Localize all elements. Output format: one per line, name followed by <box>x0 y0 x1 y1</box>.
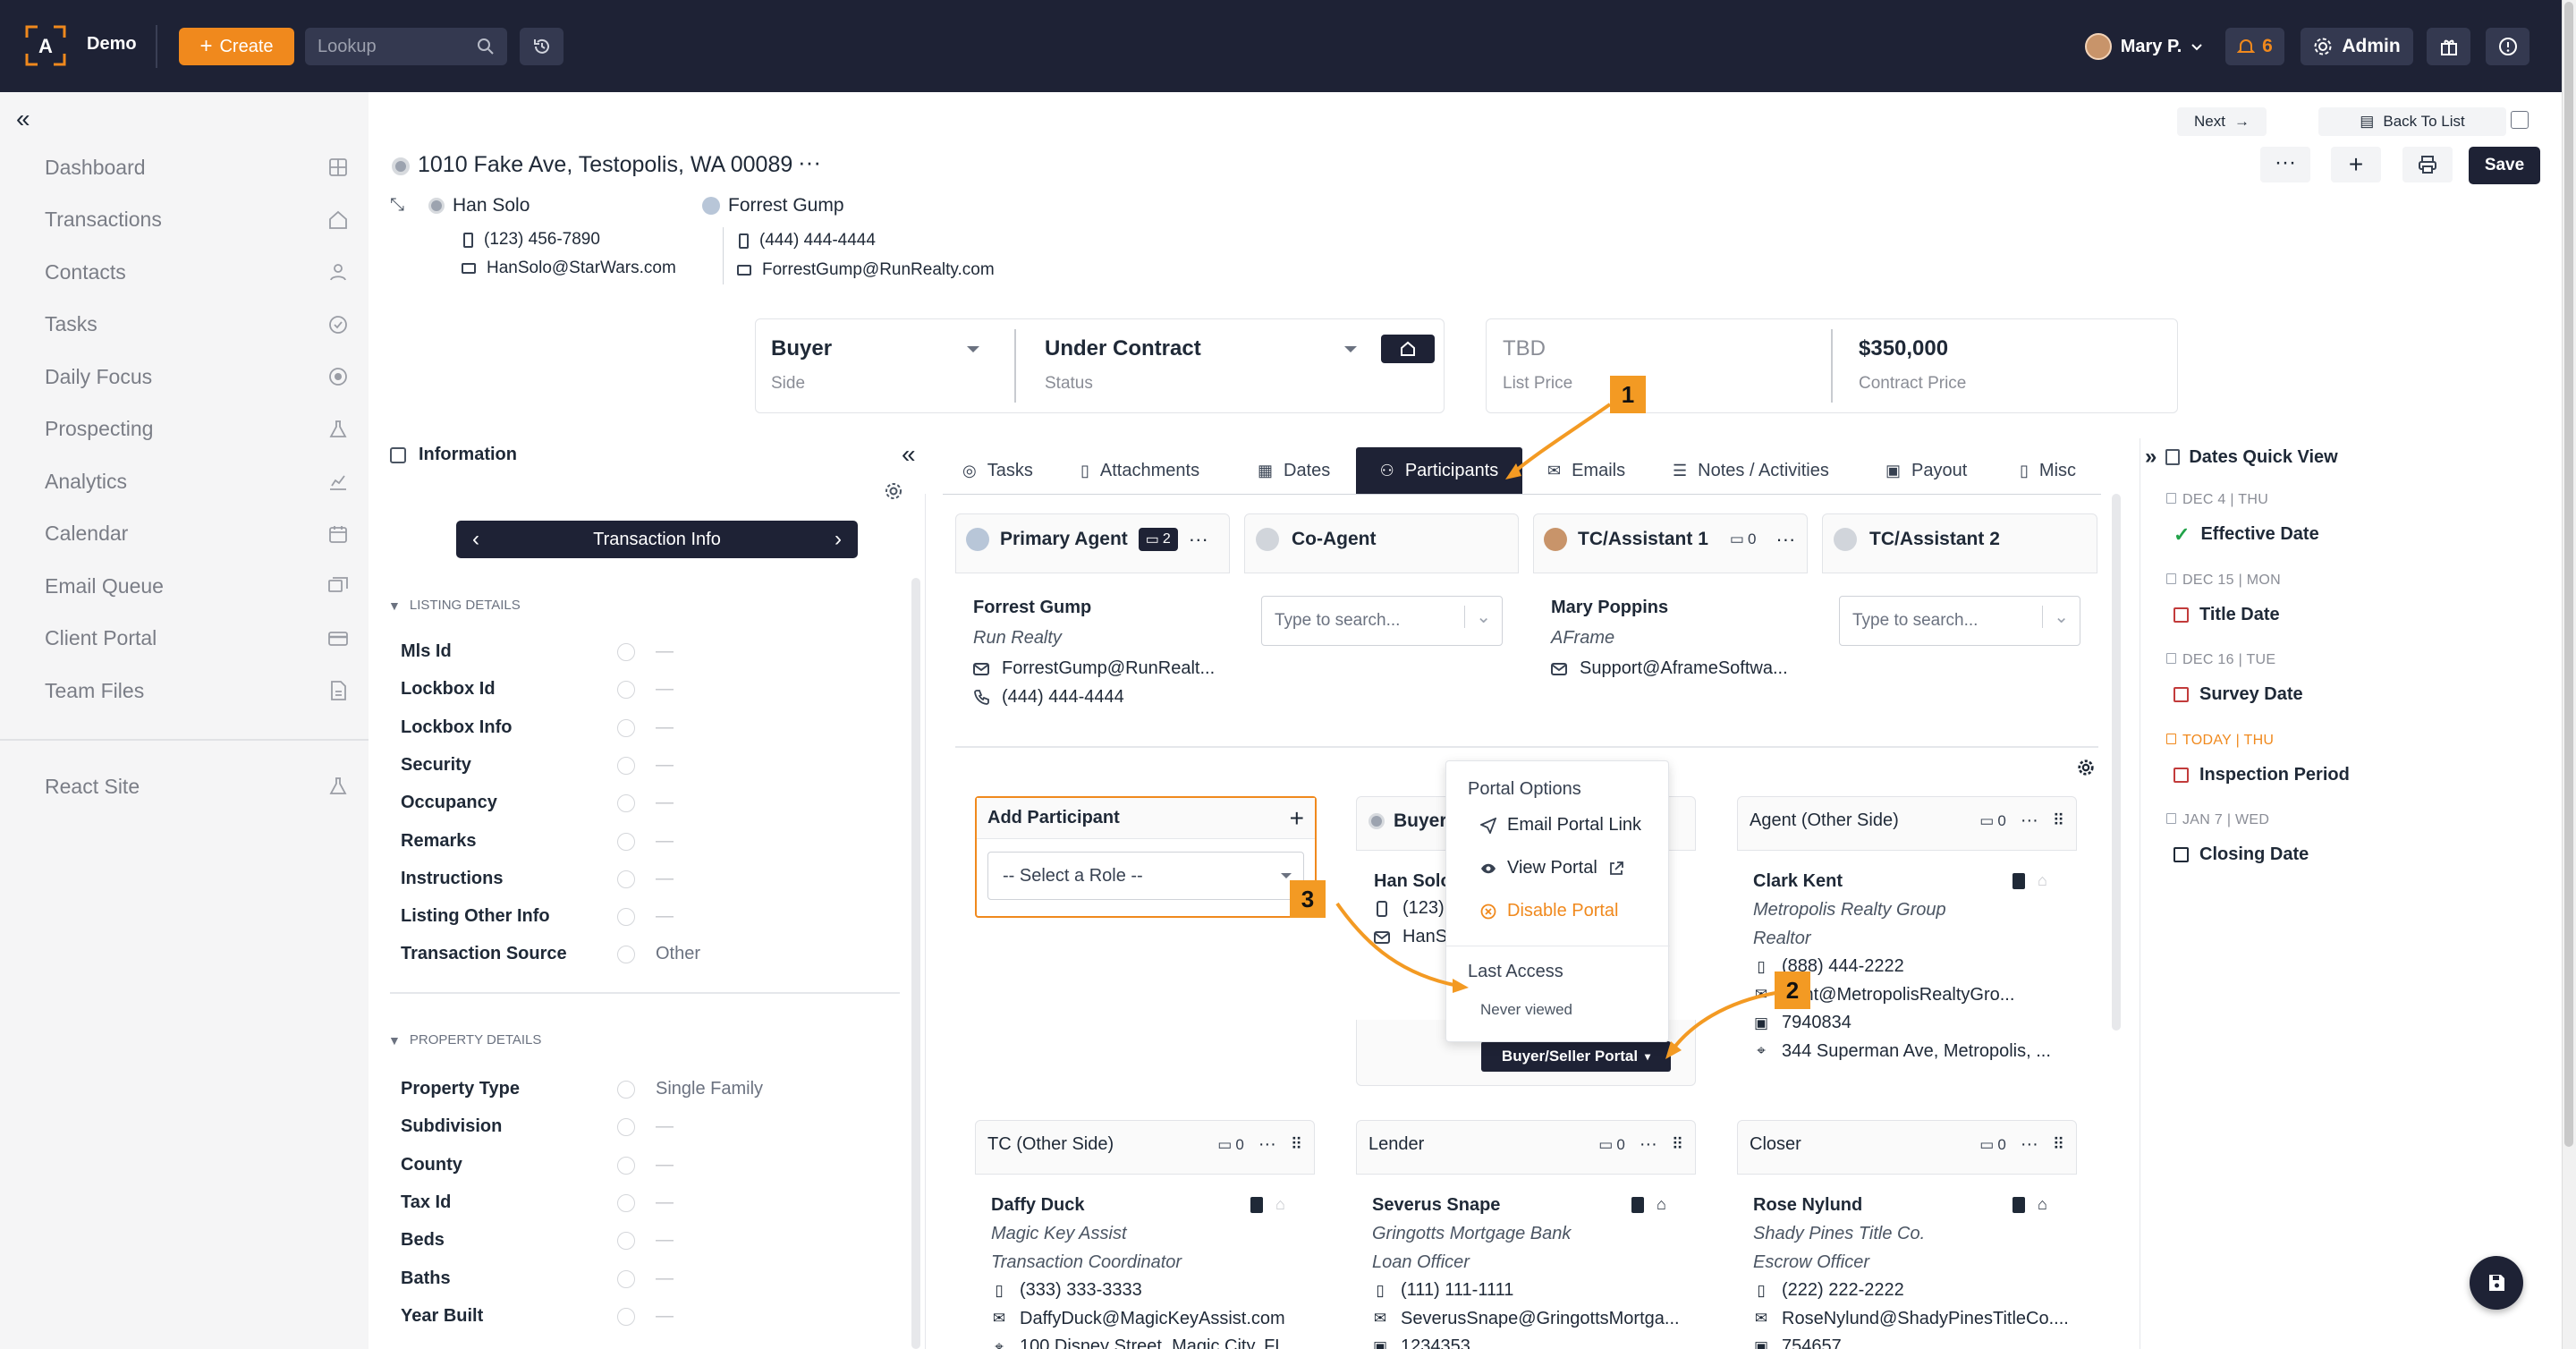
annotation-marker-2: 2 <box>1775 971 1810 1009</box>
date-item[interactable]: ✓ Effective Date <box>2174 524 2319 545</box>
calendar-icon <box>2166 573 2176 584</box>
date-heading: JAN 7 | WED <box>2166 812 2269 828</box>
calendar-icon <box>2166 493 2176 504</box>
save-icon <box>2489 1275 2504 1291</box>
annotation-arrows <box>1335 403 1776 1059</box>
arrow-3-head <box>1453 979 1469 993</box>
calendar-icon <box>2166 653 2176 664</box>
date-item[interactable]: Inspection Period <box>2174 765 2350 785</box>
date-item[interactable]: Closing Date <box>2174 844 2309 865</box>
calendar-icon <box>2166 813 2176 824</box>
dates-panel-title: » Dates Quick View <box>2145 445 2338 470</box>
calendar-icon <box>2166 733 2176 744</box>
status-square-icon <box>2174 847 2189 862</box>
status-square-icon <box>2174 607 2189 623</box>
check-icon: ✓ <box>2174 522 2190 546</box>
annotation-marker-3: 3 <box>1290 880 1326 918</box>
arrow-1 <box>1510 403 1612 476</box>
expand-icon[interactable]: » <box>2145 445 2157 470</box>
calendar-icon <box>2165 449 2181 465</box>
annotation-marker-1: 1 <box>1610 376 1646 413</box>
status-square-icon <box>2174 687 2189 702</box>
status-square-icon <box>2174 767 2189 783</box>
arrow-3 <box>1335 902 1459 988</box>
date-heading: DEC 15 | MON <box>2166 573 2281 589</box>
date-heading: DEC 16 | TUE <box>2166 652 2275 668</box>
date-item[interactable]: Title Date <box>2174 605 2280 625</box>
floating-save-button[interactable] <box>2470 1256 2523 1310</box>
date-heading: TODAY | THU <box>2166 733 2274 749</box>
date-item[interactable]: Survey Date <box>2174 684 2303 705</box>
arrow-1-head <box>1505 463 1521 479</box>
arrow-2 <box>1669 991 1776 1054</box>
date-heading: DEC 4 | THU <box>2166 492 2268 508</box>
